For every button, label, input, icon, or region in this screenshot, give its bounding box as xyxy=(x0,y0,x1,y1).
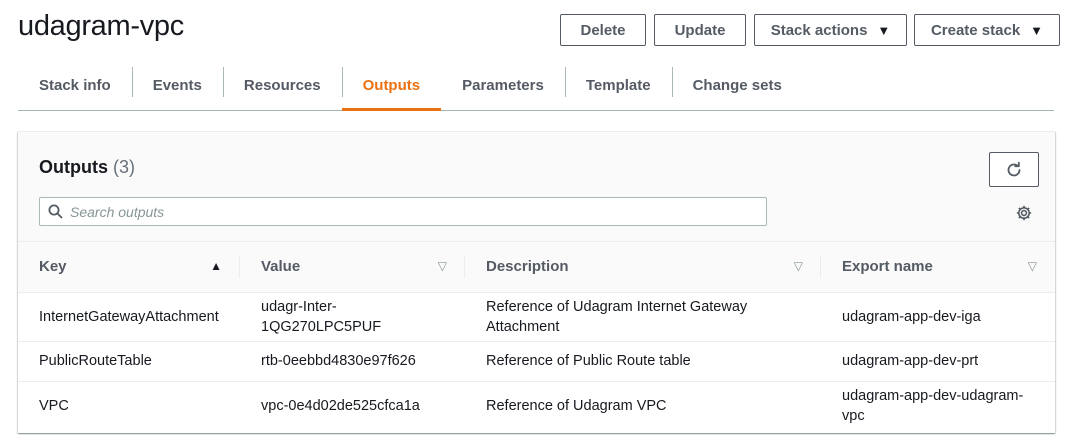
column-header-label: Value xyxy=(261,258,301,276)
update-button-label: Update xyxy=(674,21,726,39)
sort-unsorted-icon: ▽ xyxy=(793,259,803,273)
cell-value: udagr-Inter-1QG270LPC5PUF xyxy=(240,292,465,342)
sort-ascending-icon: ▲ xyxy=(210,259,222,273)
outputs-panel: Outputs (3) Search outputs Key ▲ Value ▽… xyxy=(18,131,1055,433)
update-button[interactable]: Update xyxy=(654,14,746,46)
column-header-label: Export name xyxy=(842,258,933,276)
cell-export-name: udagram-app-dev-iga xyxy=(821,292,1055,342)
gear-icon[interactable] xyxy=(1013,202,1035,224)
delete-button[interactable]: Delete xyxy=(560,14,646,46)
column-header-label: Key xyxy=(39,258,67,276)
cell-value: vpc-0e4d02de525cfca1a xyxy=(261,397,420,414)
column-header-export-name[interactable]: Export name ▽ xyxy=(821,242,1055,293)
cell-key: InternetGatewayAttachment xyxy=(18,292,240,342)
tab-label: Change sets xyxy=(692,76,782,94)
page-title: udagram-vpc xyxy=(18,10,184,42)
cell-value: rtb-0eebbd4830e97f626 xyxy=(240,341,465,382)
table-row: InternetGatewayAttachment udagr-Inter-1Q… xyxy=(18,292,1055,342)
tab-label: Stack info xyxy=(39,76,111,94)
cell-description: Reference of Udagram Internet Gateway At… xyxy=(465,292,821,342)
search-icon xyxy=(40,204,70,219)
cell-description: Reference of Public Route table xyxy=(465,341,821,382)
tab-bar: Stack info Events Resources Outputs Para… xyxy=(18,60,1054,111)
tab-label: Parameters xyxy=(462,76,544,94)
column-header-description[interactable]: Description ▽ xyxy=(465,242,821,293)
search-input[interactable] xyxy=(70,198,766,225)
outputs-title-text: Outputs xyxy=(39,157,108,177)
tab-events[interactable]: Events xyxy=(131,60,223,110)
tab-stack-info[interactable]: Stack info xyxy=(18,60,132,110)
sort-unsorted-icon: ▽ xyxy=(1027,259,1037,273)
tab-parameters[interactable]: Parameters xyxy=(441,60,565,110)
cell-export-name: udagram-app-dev-prt xyxy=(821,341,1055,382)
outputs-count: (3) xyxy=(113,157,136,177)
tab-label: Resources xyxy=(243,76,321,94)
outputs-title: Outputs (3) xyxy=(39,157,135,178)
column-header-value[interactable]: Value ▽ xyxy=(240,242,465,293)
create-stack-dropdown[interactable]: Create stack ▼ xyxy=(914,14,1060,46)
column-header-key[interactable]: Key ▲ xyxy=(18,242,240,293)
tab-change-sets[interactable]: Change sets xyxy=(671,60,803,110)
tab-outputs[interactable]: Outputs xyxy=(341,60,442,111)
caret-down-icon: ▼ xyxy=(877,22,891,38)
create-stack-label: Create stack xyxy=(930,21,1021,39)
outputs-table: Key ▲ Value ▽ Description ▽ Export name … xyxy=(18,242,1055,430)
cell-description: Reference of Udagram VPC xyxy=(486,397,667,414)
refresh-icon xyxy=(1007,161,1021,176)
cell-export-name: udagram-app-dev-udagram-vpc xyxy=(842,387,1024,424)
tab-label: Events xyxy=(152,76,202,94)
table-header-row: Key ▲ Value ▽ Description ▽ Export name … xyxy=(18,242,1055,293)
refresh-button[interactable] xyxy=(989,152,1039,187)
table-row: VPC vpc-0e4d02de525cfca1a Reference of U… xyxy=(18,381,1055,430)
delete-button-label: Delete xyxy=(580,21,626,39)
cell-key: PublicRouteTable xyxy=(18,341,240,382)
table-row: PublicRouteTable rtb-0eebbd4830e97f626 R… xyxy=(18,341,1055,382)
stack-actions-dropdown[interactable]: Stack actions ▼ xyxy=(754,14,907,46)
cell-key: VPC xyxy=(39,397,69,414)
tab-template[interactable]: Template xyxy=(564,60,672,110)
tab-label: Outputs xyxy=(362,76,421,94)
stack-actions-label: Stack actions xyxy=(770,21,868,39)
column-header-label: Description xyxy=(486,258,569,276)
tab-resources[interactable]: Resources xyxy=(222,60,342,110)
sort-unsorted-icon: ▽ xyxy=(437,259,447,273)
tab-label: Template xyxy=(585,76,651,94)
outputs-panel-header: Outputs (3) xyxy=(18,132,1055,242)
search-field[interactable] xyxy=(39,197,767,226)
caret-down-icon: ▼ xyxy=(1030,22,1044,38)
